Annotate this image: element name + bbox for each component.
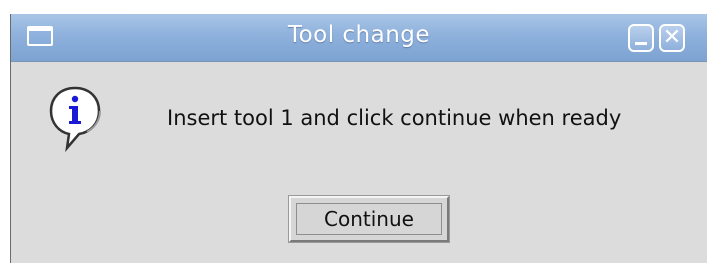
minimize-button[interactable] — [628, 24, 654, 52]
titlebar[interactable]: Tool change ✕ — [11, 14, 707, 62]
dialog-message: Insert tool 1 and click continue when re… — [167, 106, 622, 130]
info-icon — [49, 86, 101, 153]
continue-button[interactable]: Continue — [288, 195, 450, 243]
window-title: Tool change — [287, 22, 431, 48]
continue-button-label: Continue — [296, 203, 442, 235]
close-button[interactable]: ✕ — [659, 24, 685, 52]
dialog-window: Tool change ✕ Insert tool 1 and click co… — [10, 14, 707, 263]
close-icon: ✕ — [662, 25, 682, 50]
minimize-icon — [635, 42, 647, 45]
